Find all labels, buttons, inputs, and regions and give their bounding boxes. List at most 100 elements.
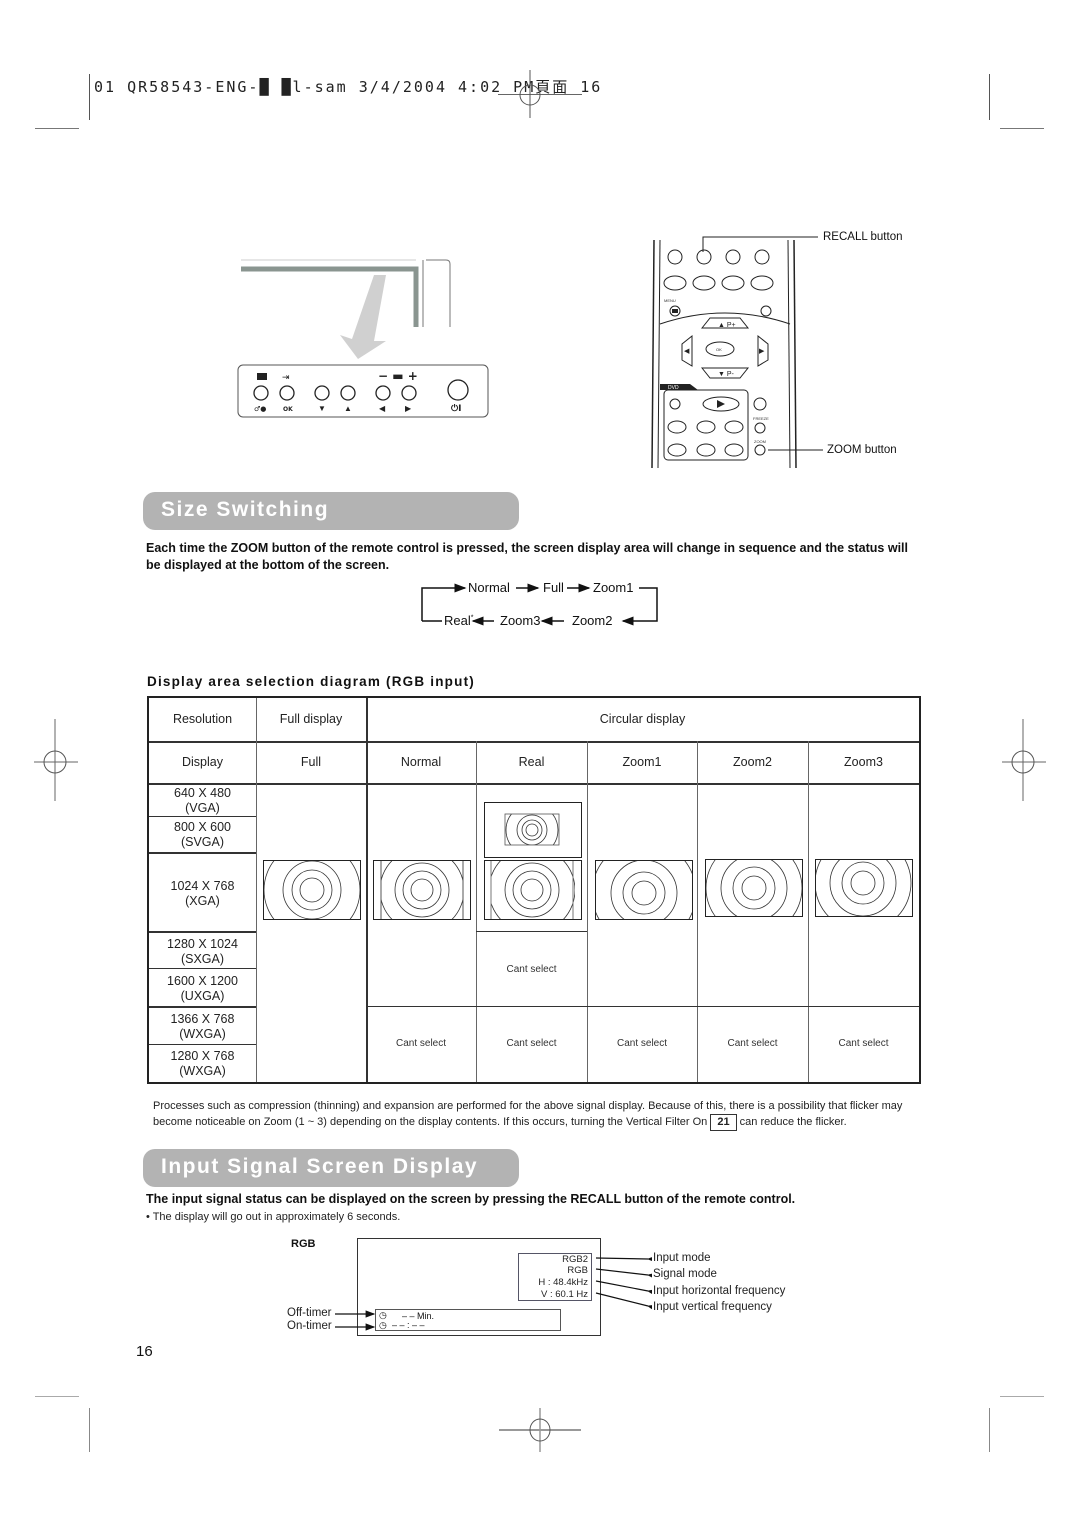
osd-annotation-arrows (595, 1255, 652, 1310)
header-normal: Normal (400, 755, 442, 769)
cant-select-real-sxga: Cant select (506, 964, 557, 975)
registration-mark-left (34, 719, 78, 801)
zoom-button-label: ZOOM button (827, 444, 897, 456)
page-reference-21[interactable]: 21 (710, 1114, 737, 1131)
resolution-wxga-1366: 1366 X 768 (WXGA) (170, 1012, 235, 1041)
screen-diagram-zoom3 (815, 859, 913, 917)
crop-mark (989, 1408, 990, 1452)
crop-mark (89, 1408, 90, 1452)
on-timer-label: On-timer (287, 1320, 332, 1332)
zoom-callout-line (768, 449, 823, 451)
svg-text:♂●: ♂● (254, 405, 266, 413)
crop-mark (1000, 128, 1044, 129)
resolution-svga: 800 X 600 (SVGA) (174, 820, 231, 849)
crop-mark (35, 128, 79, 129)
screen-diagram-zoom2 (705, 859, 803, 917)
remote-zoom-small-label: ZOOM (754, 439, 766, 444)
input-signal-bullet: • The display will go out in approximate… (146, 1211, 401, 1223)
resolution-wxga-1280: 1280 X 768 (WXGA) (170, 1049, 235, 1078)
header-full: Full (300, 755, 322, 769)
off-timer-label: Off-timer (287, 1307, 332, 1319)
size-switching-banner: Size Switching (143, 492, 519, 530)
osd-rgb-title: RGB (291, 1238, 316, 1250)
annotation-signal-mode: Signal mode (653, 1268, 717, 1280)
page-number: 16 (136, 1343, 153, 1360)
svg-text:▲: ▲ (344, 404, 352, 413)
header-zoom3: Zoom3 (844, 755, 883, 769)
header-display: Display (182, 755, 223, 769)
crop-mark (35, 1396, 79, 1397)
annotation-input-mode: Input mode (653, 1252, 711, 1264)
resolution-vga: 640 X 480 (VGA) (174, 786, 231, 815)
size-switching-title: Size Switching (161, 498, 330, 521)
svg-text:OK: OK (283, 406, 293, 413)
screen-diagram-full (263, 860, 361, 920)
svg-text:⇥: ⇥ (282, 373, 290, 383)
resolution-xga: 1024 X 768 (XGA) (170, 879, 235, 908)
flicker-footnote: Processes such as compression (thinning)… (153, 1099, 928, 1131)
cant-select-real-wxga: Cant select (506, 1038, 557, 1049)
osd-v-frequency: V : 60.1 Hz (541, 1289, 588, 1300)
resolution-uxga: 1600 X 1200 (UXGA) (167, 974, 238, 1003)
header-resolution: Resolution (172, 712, 233, 726)
resolution-sxga: 1280 X 1024 (SXGA) (167, 937, 238, 966)
crop-mark (989, 74, 990, 120)
header-zoom1: Zoom1 (622, 755, 662, 769)
remote-menu-label: MENU (664, 298, 676, 303)
annotation-horizontal-frequency: Input horizontal frequency (653, 1285, 786, 1297)
svg-text:◀: ◀ (684, 348, 690, 355)
svg-text:− ▬ +: − ▬ + (378, 369, 418, 383)
svg-text:▲ P+: ▲ P+ (718, 322, 736, 329)
svg-text:⏻I: ⏻I (451, 403, 461, 414)
cant-select-zoom2-wxga: Cant select (727, 1038, 778, 1049)
svg-text:▶: ▶ (405, 404, 412, 413)
crop-mark (1000, 1396, 1044, 1397)
sequence-real: Real* (444, 613, 474, 628)
svg-text:▶: ▶ (759, 348, 765, 355)
svg-text:▼: ▼ (318, 404, 326, 413)
display-area-table: Resolution Full display Circular display… (147, 696, 921, 1084)
tv-front-panel: ⇥ − ▬ + ♂● OK ▼ ▲ ◀ ▶ ⏻I (236, 365, 490, 417)
recall-button-label: RECALL button (823, 231, 903, 243)
header-full-display: Full display (279, 712, 343, 726)
input-signal-title: Input Signal Screen Display (161, 1155, 479, 1178)
osd-h-frequency: H : 48.4kHz (538, 1277, 588, 1288)
osd-input-mode: RGB2 (562, 1254, 588, 1265)
svg-text:OK: OK (716, 347, 722, 352)
size-switching-intro: Each time the ZOOM button of the remote … (146, 541, 908, 572)
osd-signal-box: RGB2 RGB H : 48.4kHz V : 60.1 Hz (518, 1253, 592, 1301)
screen-diagram-real-vga-svga (484, 802, 582, 858)
svg-text:▼ P-: ▼ P- (718, 371, 735, 378)
screen-diagram-normal (373, 860, 471, 920)
registration-mark-bottom (499, 1408, 581, 1452)
osd-signal-mode: RGB (567, 1265, 588, 1276)
sequence-normal: Normal (468, 580, 510, 595)
table-title: Display area selection diagram (RGB inpu… (147, 674, 475, 689)
screen-diagram-zoom1 (595, 860, 693, 920)
svg-text:◀: ◀ (379, 404, 386, 413)
header-real: Real (518, 755, 545, 769)
sequence-zoom1: Zoom1 (593, 580, 634, 595)
annotation-vertical-frequency: Input vertical frequency (653, 1301, 772, 1313)
sequence-zoom2: Zoom2 (572, 613, 613, 628)
remote-control: ▲ P+ OK ◀ ▶ ▼ P- (650, 238, 800, 470)
header-zoom2: Zoom2 (733, 755, 772, 769)
timer-arrows (335, 1310, 376, 1331)
osd-timer-box: ◷ – – Min. ◷ – – : – – (375, 1309, 561, 1331)
registration-mark (519, 70, 541, 118)
cant-select-zoom3-wxga: Cant select (838, 1038, 889, 1049)
sequence-full: Full (543, 580, 564, 595)
cant-select-zoom1-wxga: Cant select (616, 1038, 668, 1049)
remote-dvd-label: DVD (668, 385, 679, 391)
header-circular-display: Circular display (599, 712, 686, 726)
on-timer-icon: ◷ (379, 1320, 387, 1330)
sequence-zoom3: Zoom3 (500, 613, 541, 628)
remote-freeze-label: FREEZE (753, 416, 769, 421)
input-signal-banner: Input Signal Screen Display (143, 1149, 519, 1187)
cant-select-normal-wxga: Cant select (395, 1038, 447, 1049)
on-timer-value: – – : – – (392, 1320, 425, 1330)
registration-mark-right (1002, 719, 1046, 801)
crop-mark (89, 74, 90, 120)
screen-diagram-real-xga (484, 860, 582, 920)
recall-callout-line (702, 236, 818, 252)
